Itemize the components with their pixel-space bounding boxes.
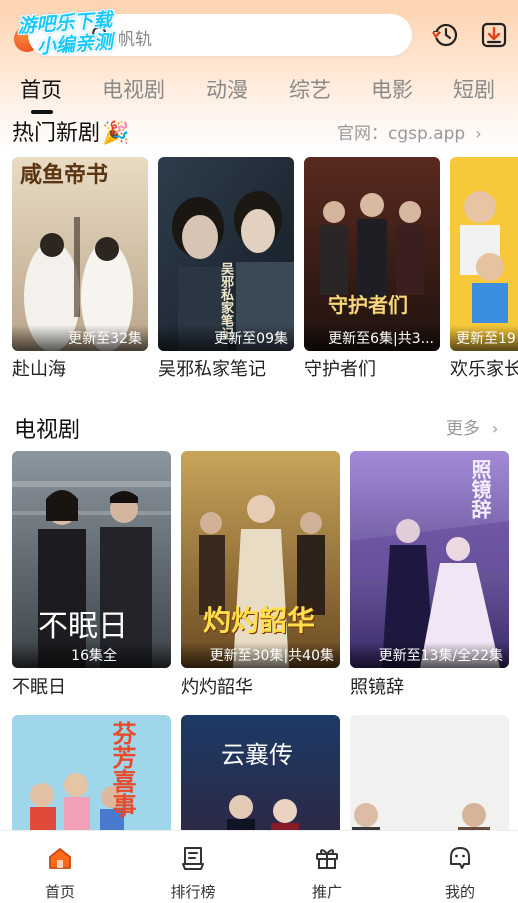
episode-badge: 更新至30集|共40集 [181, 642, 340, 668]
tv-card[interactable]: 照镜辞 更新至13集/全22集 照镜辞 [350, 451, 509, 699]
top-header: 帆轨 游吧乐下载 小编亲测 [0, 0, 518, 68]
card-title: 守护者们 [304, 359, 376, 380]
episode-badge: 更新至6集|共3... [304, 325, 440, 351]
gift-icon [316, 849, 338, 869]
official-site-link[interactable]: 官网：cgsp.app › [337, 119, 482, 144]
more-link-tv[interactable]: 更多 › [446, 414, 498, 439]
poster: 吴邪私家笔记 更新至09集 [158, 157, 294, 351]
tab-home[interactable]: 首页 [20, 74, 62, 104]
tv-card[interactable]: 灼灼韶华 更新至30集|共40集 灼灼韶华 [181, 451, 340, 699]
episode-badge: 更新至32集 [12, 325, 148, 351]
tab-indicator [31, 110, 53, 114]
section-title-hot: 热门新剧🎉 [12, 121, 130, 146]
card-title: 吴邪私家笔记 [158, 359, 266, 380]
poster: 守护者们 更新至6集|共3... [304, 157, 440, 351]
nav-label: 推广 [311, 883, 342, 901]
poster-caption: 守护者们 [328, 293, 408, 317]
profile-icon [450, 847, 470, 869]
poster-caption: 芬芳喜事 [108, 721, 136, 817]
card-title: 欢乐家长 [450, 359, 518, 380]
poster: 咸鱼帝书 更新至32集 [12, 157, 148, 351]
category-tabs: 首页 电视剧 动漫 综艺 电影 短剧 [0, 70, 518, 114]
ranking-icon [182, 847, 204, 870]
poster: 云襄传 [181, 715, 340, 830]
episode-badge: 更新至13集/全22集 [350, 642, 509, 668]
chevron-right-icon: › [492, 419, 499, 438]
tv-card[interactable]: 云襄传 [181, 715, 340, 830]
chevron-right-icon: › [475, 124, 482, 143]
card-title: 赴山海 [12, 359, 66, 380]
hot-card[interactable]: 咸鱼帝书 更新至32集 赴山海 [12, 157, 148, 383]
card-title: 灼灼韶华 [181, 677, 253, 698]
poster-caption: 不眠日 [38, 609, 128, 644]
home-icon [49, 848, 71, 869]
tab-anime[interactable]: 动漫 [206, 74, 248, 104]
card-title: 不眠日 [12, 677, 66, 698]
history-icon[interactable] [430, 20, 460, 50]
download-icon[interactable] [479, 20, 509, 50]
hot-card[interactable]: 守护者们 更新至6集|共3... 守护者们 [304, 157, 440, 383]
nav-profile[interactable]: 我的 [415, 831, 505, 903]
nav-label: 排行榜 [170, 883, 216, 901]
poster-caption: 灼灼韶华 [203, 604, 316, 637]
tab-short[interactable]: 短剧 [453, 74, 495, 104]
poster-caption: 咸鱼帝书 [20, 163, 109, 188]
episode-badge: 更新至09集 [158, 325, 294, 351]
tv-card[interactable]: 不眠日 16集全 不眠日 [12, 451, 171, 699]
nav-label: 首页 [44, 883, 75, 901]
party-popper-icon: 🎉 [102, 121, 130, 146]
poster: 芬芳喜事 [12, 715, 171, 830]
card-title: 照镜辞 [350, 677, 404, 698]
tab-variety[interactable]: 综艺 [289, 74, 331, 104]
poster: 照镜辞 更新至13集/全22集 [350, 451, 509, 668]
nav-label: 我的 [444, 883, 475, 901]
poster-caption: 照镜辞 [468, 459, 492, 519]
bottom-navigation: 首页 排行榜 推广 我的 [0, 830, 518, 903]
tab-tv[interactable]: 电视剧 [102, 74, 165, 104]
poster: 不眠日 16集全 [12, 451, 171, 668]
poster [350, 715, 509, 830]
nav-ranking[interactable]: 排行榜 [148, 831, 238, 903]
tv-card[interactable] [350, 715, 509, 830]
nav-promote[interactable]: 推广 [282, 831, 372, 903]
hot-card[interactable]: 更新至19 欢乐家长 [450, 157, 518, 383]
poster-caption: 云襄传 [221, 741, 293, 769]
episode-badge: 更新至19 [450, 325, 518, 351]
hot-card[interactable]: 吴邪私家笔记 更新至09集 吴邪私家笔记 [158, 157, 294, 383]
tab-movie[interactable]: 电影 [371, 74, 413, 104]
nav-home[interactable]: 首页 [15, 831, 105, 903]
section-title-tv: 电视剧 [14, 418, 81, 443]
tv-card[interactable]: 芬芳喜事 [12, 715, 171, 830]
poster: 灼灼韶华 更新至30集|共40集 [181, 451, 340, 668]
poster: 更新至19 [450, 157, 518, 351]
episode-badge: 16集全 [12, 642, 171, 668]
